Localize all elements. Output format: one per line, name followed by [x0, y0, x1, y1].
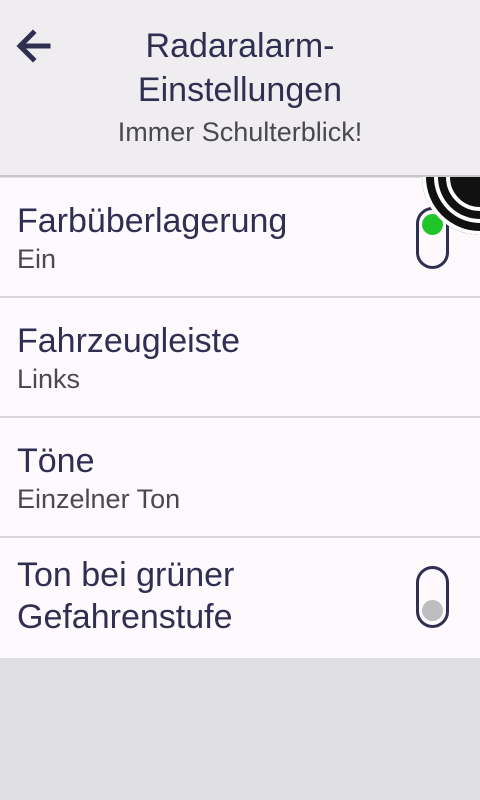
green-threat-tone-toggle[interactable]: [416, 566, 449, 628]
setting-green-threat-tone[interactable]: Ton bei grüner Gefahrenstufe: [0, 538, 480, 658]
setting-color-overlay[interactable]: Farbüberlagerung Ein: [0, 178, 480, 298]
back-button[interactable]: [8, 20, 60, 72]
page-subtitle: Immer Schulterblick!: [117, 117, 363, 147]
setting-title: Farbüberlagerung: [17, 202, 288, 240]
setting-vehicle-bar[interactable]: Fahrzeugleiste Links: [0, 298, 480, 418]
setting-title: Fahrzeugleiste: [17, 322, 241, 360]
toggle-knob: [422, 600, 443, 621]
setting-title: Ton bei grüner Gefahrenstufe: [17, 556, 235, 636]
radar-signal-icon: [422, 177, 480, 235]
header: Radaralarm-Einstellungen Immer Schulterb…: [0, 0, 480, 177]
setting-value: Links: [17, 364, 81, 394]
arrow-left-icon: [16, 29, 51, 63]
setting-value: Ein: [17, 244, 57, 274]
setting-value: Einzelner Ton: [17, 484, 181, 514]
page-title: Radaralarm-Einstellungen: [137, 27, 343, 109]
setting-title: Töne: [17, 442, 95, 480]
setting-tones[interactable]: Töne Einzelner Ton: [0, 418, 480, 538]
settings-list: Farbüberlagerung Ein Fahrzeugleiste Link…: [0, 178, 480, 658]
